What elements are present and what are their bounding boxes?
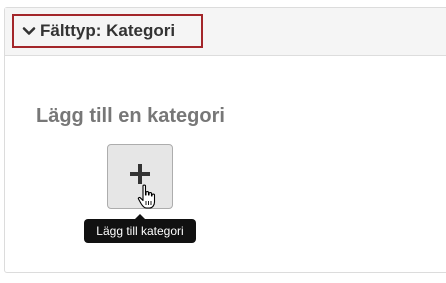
tooltip-arrow bbox=[135, 214, 145, 219]
chevron-down-icon bbox=[22, 24, 36, 38]
field-type-panel: Fälttyp: Kategori bbox=[4, 7, 446, 273]
section-title: Lägg till en kategori bbox=[36, 105, 225, 127]
hand-pointer-icon bbox=[137, 184, 159, 210]
panel-header: Fälttyp: Kategori bbox=[5, 8, 446, 56]
panel-title: Fälttyp: Kategori bbox=[40, 21, 176, 40]
field-type-toggle[interactable]: Fälttyp: Kategori bbox=[12, 14, 203, 48]
add-category-tooltip: Lägg till kategori bbox=[84, 214, 196, 243]
tooltip-text: Lägg till kategori bbox=[96, 224, 184, 238]
